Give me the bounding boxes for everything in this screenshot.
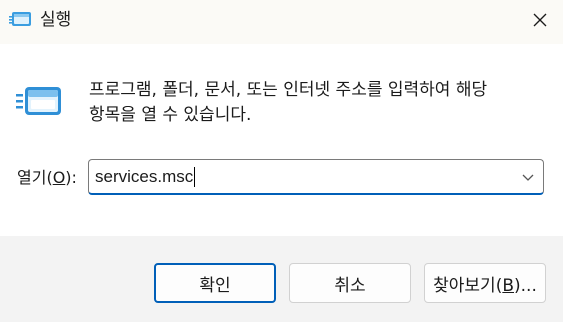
title-bar: 실행 bbox=[0, 0, 563, 44]
open-combobox[interactable]: services.msc bbox=[88, 159, 544, 195]
browse-label-suffix: )... bbox=[514, 275, 537, 296]
text-caret bbox=[194, 167, 196, 187]
button-bar: 확인 취소 찾아보기(B)... bbox=[0, 236, 563, 322]
cancel-button-label: 취소 bbox=[334, 275, 366, 296]
run-app-icon bbox=[9, 11, 32, 29]
open-label-accelerator: O bbox=[52, 168, 66, 187]
chevron-down-icon[interactable] bbox=[521, 170, 535, 184]
ok-button[interactable]: 확인 bbox=[154, 263, 276, 303]
dialog-body: 프로그램, 폴더, 문서, 또는 인터넷 주소를 입력하여 해당 항목을 열 수… bbox=[0, 44, 563, 236]
browse-label-accelerator: B bbox=[502, 275, 515, 296]
open-label-prefix: 열기( bbox=[17, 168, 53, 187]
run-dialog: 실행 프로그램, 폴더, 문서, 또는 인터넷 주소를 입력하여 해당 항목을 … bbox=[0, 0, 563, 322]
ok-button-label: 확인 bbox=[199, 275, 231, 296]
browse-label-prefix: 찾아보기( bbox=[433, 275, 503, 296]
open-input[interactable]: services.msc bbox=[95, 167, 196, 187]
close-button[interactable] bbox=[517, 0, 563, 40]
window-title: 실행 bbox=[40, 10, 72, 30]
open-label: 열기(O): bbox=[17, 167, 77, 189]
browse-button[interactable]: 찾아보기(B)... bbox=[424, 263, 546, 303]
run-app-icon bbox=[16, 85, 62, 119]
open-input-text: services.msc bbox=[95, 167, 194, 186]
close-icon bbox=[533, 13, 547, 27]
cancel-button[interactable]: 취소 bbox=[289, 263, 411, 303]
dialog-description: 프로그램, 폴더, 문서, 또는 인터넷 주소를 입력하여 해당 항목을 열 수… bbox=[89, 80, 488, 125]
open-label-suffix: ): bbox=[65, 168, 77, 187]
browse-button-label: 찾아보기(B)... bbox=[433, 271, 537, 296]
